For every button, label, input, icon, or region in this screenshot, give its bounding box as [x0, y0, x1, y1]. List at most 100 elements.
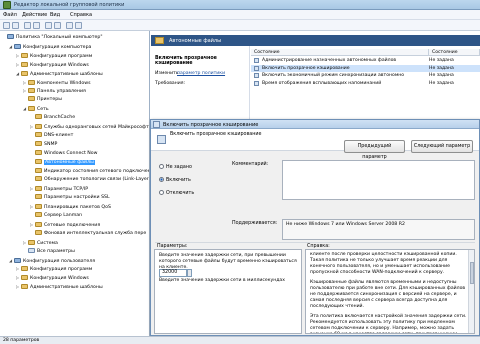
latency-spinner[interactable] — [187, 269, 192, 277]
tree-node-label: Панель управления — [37, 89, 86, 95]
column-header-setting[interactable]: Состояние — [251, 49, 429, 56]
tree-node[interactable]: ▷ Административные шаблоны — [16, 283, 103, 291]
setting-row[interactable]: Администрирование назначенных автономных… — [251, 57, 480, 64]
collapse-arrow-icon[interactable]: ◢ — [9, 257, 13, 265]
edit-policy-link[interactable]: параметр политики — [177, 71, 225, 76]
tree-node[interactable]: DNS-клиент — [30, 131, 73, 140]
supported-on-value: Не ниже Windows 7 или Windows Server 200… — [286, 222, 406, 227]
tree-node[interactable]: ▷ Службы одноранговых сетей Майкрософт — [30, 123, 149, 131]
folder-icon — [28, 96, 35, 102]
tree-node[interactable]: Фоновая интеллектуальная служба пере — [30, 229, 146, 238]
tree-node-label: Компоненты Windows — [37, 80, 91, 86]
folder-icon — [21, 266, 28, 272]
filter-icon[interactable] — [75, 22, 82, 29]
tree-node[interactable]: Автономные файлы — [30, 158, 95, 167]
back-icon[interactable] — [3, 22, 10, 29]
description-title: Включить прозрачное кэширование — [155, 56, 217, 66]
expand-arrow-icon[interactable]: ▷ — [30, 221, 34, 229]
collapse-arrow-icon[interactable]: ◢ — [16, 70, 20, 78]
tree-node-label: Планировщик пакетов QoS — [44, 205, 111, 211]
expand-arrow-icon[interactable]: ▷ — [16, 274, 20, 282]
tree-node[interactable]: Windows Connect Now — [30, 149, 98, 158]
column-header-state[interactable]: Состояние — [429, 49, 480, 56]
menu-help[interactable]: Справка — [70, 12, 92, 18]
export-list-icon[interactable] — [45, 22, 52, 29]
expand-arrow-icon[interactable]: ▷ — [23, 239, 27, 247]
radio-enabled[interactable]: Включить — [159, 177, 191, 183]
menu-action[interactable]: Действие — [22, 12, 47, 18]
radio-disabled[interactable]: Отключить — [159, 190, 194, 196]
help-scrollbar[interactable] — [468, 250, 474, 333]
tree-node[interactable]: Политика "Локальный компьютер" — [2, 34, 102, 42]
divider — [155, 242, 475, 243]
up-folder-icon[interactable] — [24, 22, 31, 29]
folder-icon — [35, 229, 42, 235]
help-paragraph: Эта политика включается настройкой значе… — [310, 314, 467, 333]
setting-name: Администрирование назначенных автономных… — [262, 58, 397, 63]
folder-icon — [35, 204, 42, 210]
menu-view[interactable]: Вид — [50, 12, 60, 18]
expand-arrow-icon[interactable]: ▷ — [16, 52, 20, 60]
tree-node-label: Сервер Lanman — [44, 213, 83, 218]
comment-textarea[interactable] — [282, 160, 475, 200]
expand-arrow-icon[interactable]: ▷ — [23, 79, 27, 87]
folder-icon — [28, 106, 35, 112]
previous-setting-button[interactable]: Предыдущий параметр — [344, 140, 405, 160]
folder-icon — [28, 79, 35, 85]
setting-state: Не задана — [429, 58, 454, 63]
tree-node-label: Система — [37, 240, 58, 246]
expand-arrow-icon[interactable]: ▷ — [23, 87, 27, 95]
tree-node-label: Конфигурация программ — [30, 53, 93, 59]
expand-arrow-icon[interactable]: ▷ — [30, 185, 34, 193]
tree-node[interactable]: SNMP — [30, 140, 57, 149]
setting-row[interactable]: Включить экономичный режим синхронизации… — [251, 72, 480, 79]
next-setting-button[interactable]: Следующий параметр — [411, 140, 473, 153]
expand-arrow-icon[interactable]: ▷ — [30, 203, 34, 211]
group-policy-app-icon — [3, 1, 11, 9]
policy-setting-icon — [254, 65, 259, 71]
expand-arrow-icon[interactable]: ▷ — [30, 123, 34, 131]
setting-row[interactable]: Время отображения всплывающих напоминани… — [251, 80, 480, 87]
tree-node[interactable]: ▷ Планировщик пакетов QoS — [30, 203, 111, 211]
collapse-arrow-icon[interactable]: ◢ — [9, 43, 13, 51]
setting-row[interactable]: Включить прозрачное кэширование Не задана — [251, 64, 480, 72]
expand-arrow-icon[interactable]: ▷ — [16, 61, 20, 69]
tree-node-label: Политика "Локальный компьютер" — [16, 35, 103, 40]
tree-node[interactable]: ▷ Параметры TCP/IP — [30, 185, 88, 193]
tree-node[interactable]: Индикатор состояния сетевого подключения — [30, 167, 150, 176]
expand-arrow-icon[interactable]: ▷ — [16, 283, 20, 291]
tree-node[interactable]: Принтеры — [23, 96, 62, 104]
tree-node[interactable]: ◢ Конфигурация пользователя — [9, 257, 95, 265]
tree-node[interactable]: ▷ Конфигурация программ — [16, 52, 92, 60]
folder-icon — [35, 124, 42, 129]
tree-node[interactable]: ▷ Конфигурация Windows — [16, 61, 89, 69]
tree-node[interactable]: Обнаружение топологии связи (Link-Layer) — [30, 176, 149, 184]
title-bar: Редактор локальной групповой политики — [0, 0, 480, 10]
tree-node-label: Индикатор состояния сетевого подключения — [44, 168, 150, 174]
collapse-arrow-icon[interactable]: ◢ — [23, 105, 27, 113]
tree-node[interactable]: ▷ Сетевые подключения — [30, 221, 100, 229]
tree-node[interactable]: ▷ Конфигурация программ — [16, 265, 92, 273]
properties-icon[interactable] — [66, 22, 73, 29]
folder-icon — [35, 149, 42, 155]
scrollbar-thumb[interactable] — [470, 262, 474, 284]
help-icon[interactable] — [54, 22, 61, 29]
menu-file[interactable]: Файл — [3, 12, 17, 18]
tree-node[interactable]: Все параметры — [23, 247, 75, 256]
tree-node[interactable]: Параметры настройки SSL — [30, 194, 110, 202]
radio-not-configured[interactable]: Не задано — [159, 164, 192, 170]
expand-arrow-icon[interactable]: ▷ — [16, 265, 20, 273]
tree-node[interactable]: Сервер Lanman — [30, 212, 82, 220]
tree-node-label: Сетевые подключения — [44, 222, 101, 228]
tree-node[interactable]: ▷ Панель управления — [23, 87, 86, 95]
tree-node[interactable]: ◢ Сеть — [23, 105, 49, 113]
show-hide-tree-icon[interactable] — [33, 22, 40, 29]
tree-node[interactable]: ◢ Конфигурация компьютера — [9, 43, 91, 51]
forward-icon[interactable] — [12, 22, 19, 29]
tree-node[interactable]: ▷ Компоненты Windows — [23, 79, 91, 87]
tree-node[interactable]: ▷ Система — [23, 239, 58, 247]
tree-node[interactable]: ▷ Конфигурация Windows — [16, 274, 89, 282]
tree-node[interactable]: BranchCache — [30, 114, 75, 122]
latency-input[interactable]: 32000 — [159, 269, 187, 277]
tree-node[interactable]: ◢ Административные шаблоны — [16, 70, 103, 78]
